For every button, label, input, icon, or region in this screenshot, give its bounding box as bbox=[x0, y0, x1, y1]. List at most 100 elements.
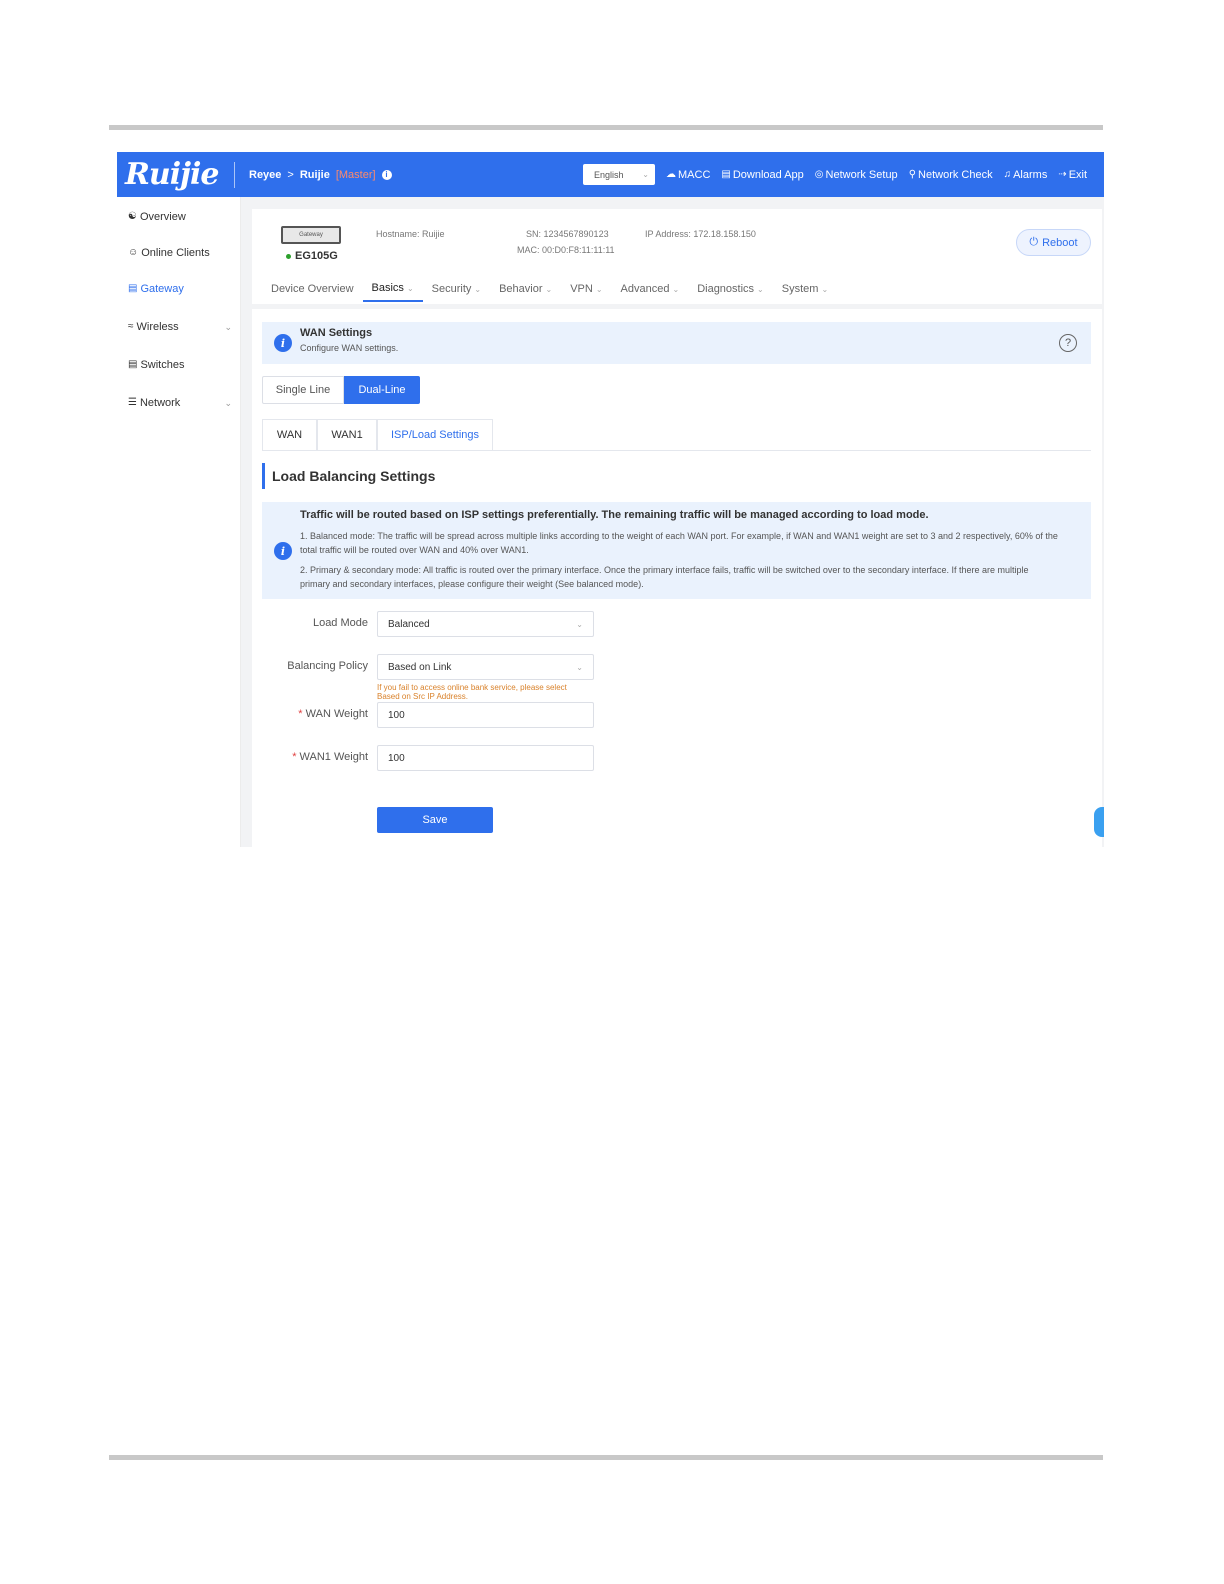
lb-banner-title: Traffic will be routed based on ISP sett… bbox=[300, 509, 929, 521]
sidebar-item-switches[interactable]: ▤ Switches bbox=[128, 359, 232, 371]
download-app-label: Download App bbox=[732, 168, 804, 181]
device-model-label: EG105G bbox=[295, 250, 338, 262]
sidebar-item-label: Gateway bbox=[140, 283, 184, 295]
breadcrumb-device: Ruijie bbox=[299, 168, 330, 181]
tab-system[interactable]: System ⌄ bbox=[773, 282, 837, 302]
chevron-down-icon: ⌄ bbox=[821, 284, 829, 294]
chevron-down-icon: ⌄ bbox=[595, 284, 603, 294]
help-icon[interactable]: ? bbox=[1059, 334, 1077, 352]
online-status-dot bbox=[286, 253, 291, 259]
exit-icon: ⇢ bbox=[1058, 168, 1067, 180]
wan1-weight-input[interactable]: 100 bbox=[377, 745, 594, 771]
banner-subtitle: Configure WAN settings. bbox=[300, 343, 399, 353]
sidebar-item-label: Wireless bbox=[136, 321, 179, 333]
tab-vpn[interactable]: VPN ⌄ bbox=[561, 282, 611, 302]
floating-help-button[interactable] bbox=[1094, 807, 1104, 837]
tab-label: Security bbox=[431, 283, 472, 295]
subtab-isp-load-settings[interactable]: ISP/Load Settings bbox=[377, 419, 493, 450]
download-app-link[interactable]: ▤ Download App bbox=[721, 169, 803, 181]
sidebar-item-label: Switches bbox=[140, 359, 185, 371]
tab-label: VPN bbox=[570, 283, 593, 295]
sidebar-item-network[interactable]: ☰ Network ⌄ bbox=[128, 397, 232, 409]
info-icon[interactable]: i bbox=[381, 169, 392, 180]
master-role-label: [Master] bbox=[335, 168, 376, 181]
wan1-weight-label: * WAN1 Weight bbox=[258, 751, 368, 763]
tab-diagnostics[interactable]: Diagnostics ⌄ bbox=[688, 282, 773, 302]
sidebar-item-label: Overview bbox=[139, 211, 186, 223]
exit-label: Exit bbox=[1068, 168, 1088, 181]
language-select[interactable]: English ⌄ bbox=[583, 164, 655, 185]
sidebar-item-gateway[interactable]: ▤ Gateway bbox=[128, 283, 232, 295]
subtab-wan[interactable]: WAN bbox=[262, 419, 317, 450]
device-card: Gateway EG105G Hostname: Ruijie SN: 1234… bbox=[252, 209, 1102, 304]
required-mark: * bbox=[292, 751, 297, 763]
required-mark: * bbox=[298, 708, 303, 720]
network-check-link[interactable]: ⚲ Network Check bbox=[909, 169, 993, 181]
mac-text: MAC: 00:D0:F8:11:11:11 bbox=[517, 245, 615, 255]
tab-label: Behavior bbox=[499, 283, 543, 295]
section-title: Load Balancing Settings bbox=[262, 463, 435, 489]
wan1-weight-label-text: WAN1 Weight bbox=[299, 751, 368, 763]
tab-label: Basics bbox=[371, 282, 404, 294]
breadcrumb-root[interactable]: Reyee bbox=[249, 169, 281, 181]
chevron-down-icon: ⌄ bbox=[545, 284, 553, 294]
alarms-link[interactable]: ♫ Alarms bbox=[1004, 169, 1048, 181]
wan-weight-value: 100 bbox=[388, 709, 405, 721]
tab-basics[interactable]: Basics ⌄ bbox=[362, 282, 423, 302]
page-bottom-rule bbox=[109, 1455, 1103, 1460]
sidebar-item-label: Online Clients bbox=[141, 247, 210, 259]
chevron-down-icon: ⌄ bbox=[576, 619, 583, 629]
reboot-button[interactable]: ⏻ Reboot bbox=[1016, 229, 1091, 256]
download-icon: ▤ bbox=[721, 168, 731, 180]
sidebar-item-online-clients[interactable]: ☺ Online Clients bbox=[128, 247, 232, 259]
chevron-down-icon: ⌄ bbox=[757, 284, 764, 294]
wan-weight-label-text: WAN Weight bbox=[305, 708, 368, 720]
overview-icon: ☯ bbox=[128, 211, 137, 222]
network-setup-link[interactable]: ◎ Network Setup bbox=[815, 169, 898, 181]
balancing-policy-select[interactable]: Based on Link ⌄ bbox=[377, 654, 594, 680]
banner-title: WAN Settings bbox=[300, 327, 373, 339]
tab-advanced[interactable]: Advanced ⌄ bbox=[612, 282, 689, 302]
subtab-wan1[interactable]: WAN1 bbox=[317, 419, 377, 450]
wan1-weight-value: 100 bbox=[388, 752, 405, 764]
load-mode-label: Load Mode bbox=[312, 617, 368, 629]
network-setup-icon: ◎ bbox=[814, 168, 824, 180]
info-icon: i bbox=[274, 542, 292, 560]
exit-link[interactable]: ⇢ Exit bbox=[1058, 169, 1087, 181]
screenshot-frame: Ruijie Reyee > Ruijie [Master] i English… bbox=[117, 152, 1104, 847]
tab-device-overview[interactable]: Device Overview bbox=[271, 282, 363, 302]
language-value: English bbox=[594, 169, 624, 180]
load-mode-select[interactable]: Balanced ⌄ bbox=[377, 611, 594, 637]
gateway-icon: ▤ bbox=[128, 283, 138, 294]
network-check-label: Network Check bbox=[918, 168, 993, 181]
tab-label: Advanced bbox=[620, 283, 670, 295]
cloud-icon: ☁ bbox=[666, 168, 676, 180]
page-top-rule bbox=[109, 125, 1103, 130]
single-line-option[interactable]: Single Line bbox=[262, 376, 344, 404]
switch-icon: ▤ bbox=[128, 359, 138, 370]
alarm-icon: ♫ bbox=[1003, 168, 1012, 180]
tab-label: Device Overview bbox=[271, 283, 354, 295]
chevron-down-icon: ⌄ bbox=[406, 283, 414, 293]
save-button[interactable]: Save bbox=[377, 807, 493, 833]
tab-label: Diagnostics bbox=[697, 283, 755, 295]
sidebar-item-overview[interactable]: ☯ Overview bbox=[128, 211, 232, 223]
balancing-policy-hint: If you fail to access online bank servic… bbox=[377, 683, 567, 701]
wifi-icon: ≈ bbox=[128, 321, 134, 332]
dual-line-option[interactable]: Dual-Line bbox=[344, 376, 420, 404]
balancing-policy-value: Based on Link bbox=[388, 661, 452, 673]
wan-weight-input[interactable]: 100 bbox=[377, 702, 594, 728]
sidebar-item-wireless[interactable]: ≈ Wireless ⌄ bbox=[128, 321, 232, 333]
top-nav: ☁ MACC ▤ Download App ◎ Network Setup ⚲ … bbox=[666, 152, 1087, 197]
alarms-label: Alarms bbox=[1013, 168, 1048, 181]
tab-security[interactable]: Security ⌄ bbox=[423, 282, 490, 302]
breadcrumb-separator: > bbox=[287, 168, 294, 181]
macc-link[interactable]: ☁ MACC bbox=[666, 169, 710, 181]
ip-address-text: IP Address: 172.18.158.150 bbox=[645, 229, 756, 239]
tab-behavior[interactable]: Behavior ⌄ bbox=[490, 282, 561, 302]
line-mode-toggle: Single Line Dual-Line bbox=[262, 376, 420, 404]
breadcrumb: Reyee > Ruijie [Master] i bbox=[249, 169, 392, 181]
wan-settings-banner: i WAN Settings Configure WAN settings. ? bbox=[262, 322, 1091, 364]
chevron-down-icon: ⌄ bbox=[642, 170, 649, 179]
lb-banner-primary-secondary: 2. Primary & secondary mode: All traffic… bbox=[300, 565, 1029, 589]
